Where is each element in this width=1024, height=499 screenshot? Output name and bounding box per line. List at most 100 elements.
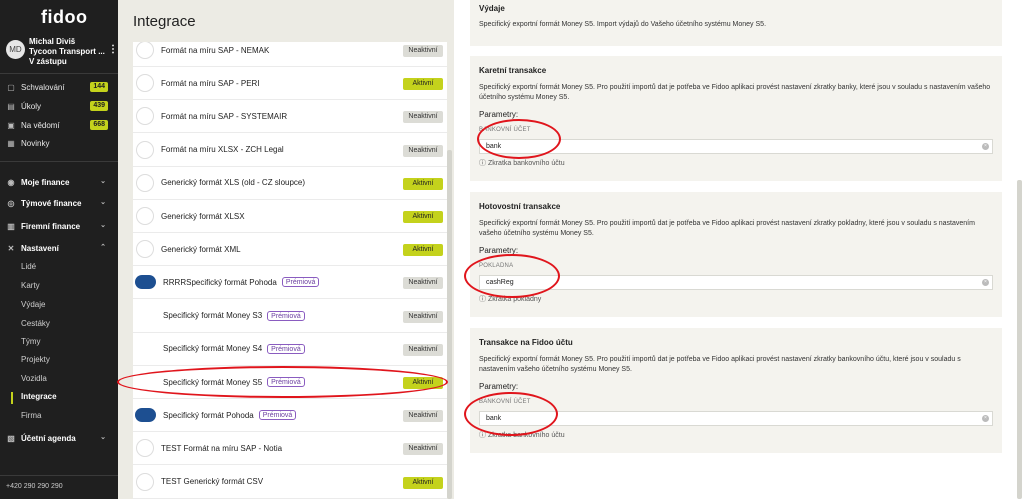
building-icon: ▥ bbox=[7, 221, 15, 231]
integration-name: Formát na míru SAP - NEMAK bbox=[161, 45, 270, 55]
integration-row[interactable]: RRRRSpecifický formát Pohoda Prémiová Neak… bbox=[133, 266, 447, 300]
integration-row[interactable]: Formát na míru SAP - NEMAK Neaktivní bbox=[133, 42, 447, 67]
user-company: Tycoon Transport ... bbox=[29, 47, 105, 56]
check-icon: ▢ bbox=[7, 82, 15, 92]
support-phone[interactable]: +420 290 290 290 bbox=[6, 483, 63, 490]
user-role: V zástupu bbox=[29, 57, 67, 66]
integration-row[interactable]: TEST Formát na míru SAP - Notia Neaktivní bbox=[133, 432, 447, 466]
clear-icon[interactable]: × bbox=[982, 279, 989, 286]
field-hint: ⓘ Zkratka bankovního účtu bbox=[479, 158, 565, 168]
integration-row[interactable]: Generický formát XLSX Aktivní bbox=[133, 200, 447, 233]
status-badge: Aktivní bbox=[403, 244, 443, 257]
sidebar-item-firma[interactable]: Firma bbox=[21, 411, 41, 423]
highlight-circle bbox=[117, 366, 448, 398]
integration-row[interactable]: Generický formát XML Aktivní bbox=[133, 233, 447, 267]
tools-icon: ✕ bbox=[7, 243, 15, 253]
status-badge: Neaktivní bbox=[403, 443, 443, 456]
integration-row[interactable]: Generický formát XLS (old - CZ sloupce) A… bbox=[133, 167, 447, 200]
scrollbar[interactable] bbox=[1017, 180, 1022, 499]
divider bbox=[0, 73, 118, 74]
card-hotovostni-transakce: Hotovostní transakce Specifický exportní… bbox=[470, 192, 1002, 317]
nav-section-firemni-finance[interactable]: ▥ Firemní finance ⌄ bbox=[6, 219, 110, 233]
integration-list: Formát na míru SAP - NEMAK Neaktivní Formá… bbox=[133, 42, 447, 499]
chevron-down-icon: ⌄ bbox=[100, 434, 106, 441]
integration-row[interactable]: Formát na míru SAP - PERI Aktivní bbox=[133, 67, 447, 101]
card-description: Specifický exportní formát Money S5. Pro… bbox=[479, 220, 975, 237]
nav-section-tymove-finance[interactable]: ◎ Týmové finance ⌄ bbox=[6, 196, 110, 210]
count-badge: 668 bbox=[90, 120, 108, 130]
fidoo-logo-icon bbox=[136, 472, 154, 491]
scrollbar[interactable] bbox=[447, 150, 452, 499]
integration-row[interactable]: Specifický formát Money S3 Prémiová Neakti… bbox=[133, 300, 447, 333]
nav-label: Firemní finance bbox=[21, 221, 81, 231]
sidebar-item-cestaky[interactable]: Cestáky bbox=[21, 319, 50, 331]
integration-row[interactable]: TEST Generický formát CSV Aktivní bbox=[133, 466, 447, 499]
status-badge: Neaktivní bbox=[403, 111, 443, 124]
sidebar-item-lide[interactable]: Lidé bbox=[21, 262, 36, 274]
integration-name: TEST Formát na míru SAP - Notia bbox=[161, 443, 283, 453]
nav-item-na-vedomi[interactable]: ▣ Na vědomí 668 bbox=[6, 118, 110, 132]
clear-icon[interactable]: × bbox=[982, 143, 989, 150]
nav-section-ucetni-agenda[interactable]: ▧ Účetní agenda ⌄ bbox=[6, 431, 110, 445]
nav-item-ukoly[interactable]: ▤ Úkoly 439 bbox=[6, 99, 110, 113]
integration-name: Formát na míru XLSX - ZCH Legal bbox=[161, 145, 284, 155]
divider bbox=[0, 475, 118, 476]
nav-item-novinky[interactable]: ▦ Novinky bbox=[6, 136, 110, 150]
integration-name: Formát na míru SAP - SYSTEMAIR bbox=[161, 111, 288, 121]
nav-section-moje-finance[interactable]: ◉ Moje finance ⌄ bbox=[6, 175, 110, 189]
fidoo-logo-icon bbox=[136, 439, 154, 458]
user-profile[interactable]: MD Michal Diviš Tycoon Transport ... V z… bbox=[5, 36, 118, 70]
pohoda-logo-icon bbox=[135, 408, 156, 423]
fidoo-logo[interactable]: fidoo bbox=[41, 7, 87, 28]
params-label: Parametry: bbox=[479, 382, 519, 391]
sidebar-item-vydaje[interactable]: Výdaje bbox=[21, 300, 45, 312]
page-title: Integrace bbox=[133, 13, 196, 30]
info-icon: ▣ bbox=[7, 120, 15, 130]
nav-item-schvalovani[interactable]: ▢ Schvalování 144 bbox=[6, 80, 110, 94]
sidebar-item-projekty[interactable]: Projekty bbox=[21, 355, 50, 367]
chevron-down-icon: ⌄ bbox=[100, 178, 106, 185]
highlight-circle bbox=[464, 254, 560, 298]
info-icon: ⓘ bbox=[479, 296, 488, 303]
money-logo-icon bbox=[135, 307, 156, 325]
sidebar-item-tymy[interactable]: Týmy bbox=[21, 337, 41, 349]
card-title: Výdaje bbox=[479, 4, 505, 13]
sidebar-item-vozidla[interactable]: Vozidla bbox=[21, 374, 47, 386]
nav-section-nastaveni[interactable]: ✕ Nastavení ⌃ bbox=[6, 241, 110, 255]
integration-name: Specifický formát Money S3 bbox=[163, 311, 263, 321]
user-name: Michal Diviš bbox=[29, 37, 76, 46]
integration-row[interactable]: Formát na míru XLSX - ZCH Legal Neaktivní bbox=[133, 134, 447, 167]
ledger-icon: ▧ bbox=[7, 433, 15, 443]
sidebar-item-karty[interactable]: Karty bbox=[21, 281, 40, 293]
card-title: Transakce na Fidoo účtu bbox=[479, 338, 573, 347]
fidoo-logo-icon bbox=[136, 74, 154, 93]
fidoo-logo-icon bbox=[136, 240, 154, 259]
card-karetni-transakce: Karetní transakce Specifický exportní fo… bbox=[470, 56, 1002, 181]
task-icon: ▤ bbox=[7, 101, 15, 111]
premium-badge: Prémiová bbox=[267, 310, 305, 321]
status-badge: Neaktivní bbox=[403, 45, 443, 57]
sidebar-item-integrace[interactable]: Integrace bbox=[21, 392, 57, 404]
highlight-circle bbox=[464, 392, 558, 436]
integration-panel: Integrace Formát na míru SAP - NEMAK Neak… bbox=[118, 0, 454, 499]
integration-row[interactable]: Specifický formát Money S4 Prémiová Neakti… bbox=[133, 333, 447, 366]
info-icon: ⓘ bbox=[479, 160, 488, 167]
fidoo-logo-icon bbox=[136, 107, 154, 126]
news-icon: ▦ bbox=[7, 138, 15, 148]
integration-name: Formát na míru SAP - PERI bbox=[161, 78, 260, 88]
hint-text: Zkratka bankovního účtu bbox=[487, 160, 565, 167]
fidoo-logo-icon bbox=[136, 173, 154, 192]
fidoo-logo-icon bbox=[136, 207, 154, 225]
nav-label: Nastavení bbox=[21, 243, 59, 253]
integration-name: RRRRSpecifický formát Pohoda bbox=[163, 277, 277, 287]
kebab-menu-icon[interactable]: ⋮ bbox=[108, 44, 118, 55]
status-badge: Aktivní bbox=[403, 177, 443, 190]
highlight-circle bbox=[477, 119, 561, 159]
status-badge: Neaktivní bbox=[403, 277, 443, 290]
integration-row[interactable]: Specifický formát Pohoda Prémiová Neaktivn… bbox=[133, 399, 447, 433]
sidebar: fidoo MD Michal Diviš Tycoon Transport .… bbox=[0, 0, 118, 499]
nav-label: Účetní agenda bbox=[21, 433, 76, 443]
clear-icon[interactable]: × bbox=[982, 415, 989, 422]
integration-row[interactable]: Formát na míru SAP - SYSTEMAIR Neaktivní bbox=[133, 100, 447, 134]
integration-name: Specifický formát Money S4 bbox=[163, 344, 263, 354]
